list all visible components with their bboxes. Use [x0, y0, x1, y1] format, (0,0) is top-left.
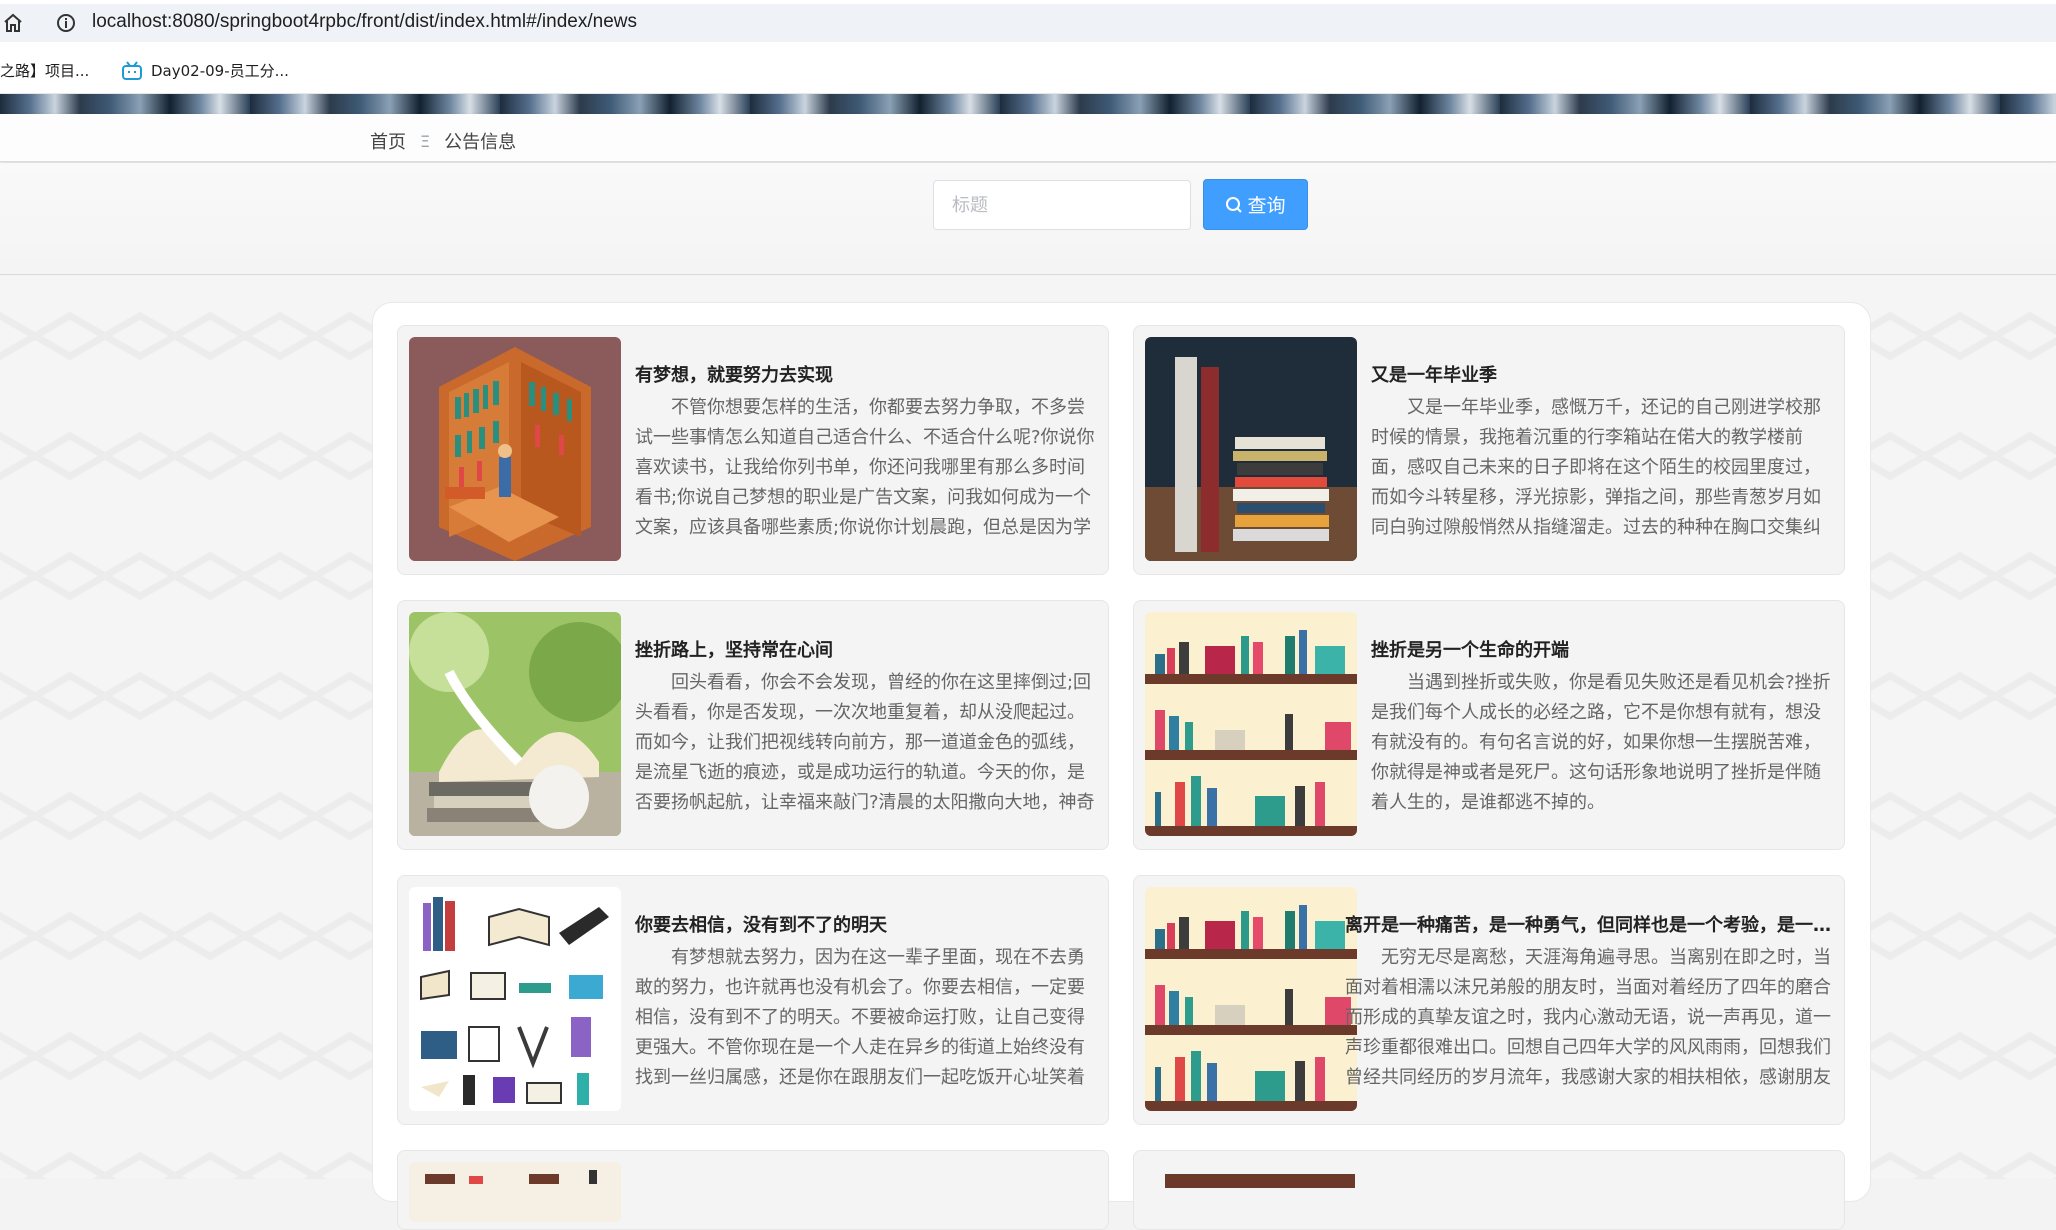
bilibili-icon [122, 60, 142, 80]
news-title[interactable]: 挫折路上，坚持常在心间 [635, 636, 1095, 662]
url-text[interactable]: localhost:8080/springboot4rpbc/front/dis… [92, 11, 637, 33]
news-card[interactable]: 有梦想，就要努力去实现 不管你想要怎样的生活，你都要去努力争取，不多尝试一些事情… [397, 325, 1109, 575]
news-thumbnail[interactable] [1145, 887, 1357, 1111]
news-summary: 又是一年毕业季，感慨万千，还记的自己刚进学校那时候的情景，我拖着沉重的行李箱站在… [1371, 397, 1821, 538]
breadcrumb-home[interactable]: 首页 [370, 128, 406, 154]
news-summary: 不管你想要怎样的生活，你都要去努力争取，不多尝试一些事情怎么知道自己适合什么、不… [635, 397, 1095, 538]
library-room-image [409, 337, 621, 561]
news-summary: 当遇到挫折或失败，你是看见失败还是看见机会?挫折是我们每个人成长的必经之路，它不… [1371, 672, 1831, 813]
news-card[interactable] [397, 1150, 1109, 1230]
bookmarks-bar: 之路】项目... Day02-09-员工分... [0, 46, 2056, 94]
news-title[interactable]: 有梦想，就要努力去实现 [635, 361, 1095, 387]
news-summary: 有梦想就去努力，因为在这一辈子里面，现在不去勇敢的努力，也许就再也没有机会了。你… [635, 947, 1085, 1088]
news-thumbnail[interactable] [1145, 1162, 1357, 1222]
news-thumbnail[interactable] [1145, 612, 1357, 836]
news-card[interactable]: 又是一年毕业季 又是一年毕业季，感慨万千，还记的自己刚进学校那时候的情景，我拖着… [1133, 325, 1845, 575]
bookmark-label: 之路】项目... [0, 62, 90, 80]
news-title[interactable]: 挫折是另一个生命的开端 [1371, 636, 1831, 662]
bookmark-item[interactable]: 之路】项目... [0, 60, 89, 81]
news-thumbnail[interactable] [409, 887, 621, 1111]
search-icon [1226, 196, 1243, 213]
home-icon[interactable] [2, 12, 24, 34]
browser-address-bar: localhost:8080/springboot4rpbc/front/dis… [0, 0, 2056, 46]
title-search-input[interactable] [933, 180, 1191, 230]
search-button[interactable]: 查询 [1203, 179, 1308, 230]
news-card[interactable]: 离开是一种痛苦，是一种勇气，但同样也是一个考验，是一种成长 无穷无尽是离愁，天涯… [1133, 875, 1845, 1125]
bookmark-item[interactable]: Day02-09-员工分... [121, 60, 289, 81]
news-title[interactable]: 又是一年毕业季 [1371, 361, 1831, 387]
news-thumbnail[interactable] [409, 337, 621, 561]
breadcrumb-separator: Ξ [420, 131, 431, 151]
news-title[interactable]: 离开是一种痛苦，是一种勇气，但同样也是一个考验，是一种成长 [1345, 911, 1835, 937]
stacked-books-image [1145, 337, 1357, 561]
bookmark-label: Day02-09-员工分... [151, 62, 289, 80]
breadcrumb-current: 公告信息 [444, 132, 517, 153]
bookshelf-image [1145, 612, 1357, 836]
news-summary: 回头看看，你会不会发现，曾经的你在这里摔倒过;回头看看，你是否发现，一次次地重复… [635, 672, 1095, 813]
news-card[interactable]: 挫折路上，坚持常在心间 回头看看，你会不会发现，曾经的你在这里摔倒过;回头看看，… [397, 600, 1109, 850]
news-card[interactable] [1133, 1150, 1845, 1230]
news-card[interactable]: 挫折是另一个生命的开端 当遇到挫折或失败，你是看见失败还是看见机会?挫折是我们每… [1133, 600, 1845, 850]
search-button-label: 查询 [1247, 195, 1286, 217]
header-banner-image [0, 94, 2056, 114]
news-title[interactable]: 你要去相信，没有到不了的明天 [635, 911, 1095, 937]
news-summary: 无穷无尽是离愁，天涯海角遍寻思。当离别在即之时，当面对着相濡以沫兄弟般的朋友时，… [1345, 947, 1831, 1088]
bookshelf-image [1145, 887, 1357, 1111]
news-thumbnail-image [1165, 1174, 1355, 1188]
news-list-panel: 有梦想，就要努力去实现 不管你想要怎样的生活，你都要去努力争取，不多尝试一些事情… [372, 302, 1871, 1230]
site-info-icon[interactable] [56, 13, 76, 33]
books-icon-set-image [409, 887, 621, 1111]
news-thumbnail[interactable] [409, 1162, 621, 1222]
news-thumbnail-image [425, 1170, 597, 1184]
news-thumbnail[interactable] [1145, 337, 1357, 561]
breadcrumb: 首页 Ξ 公告信息 [370, 128, 516, 154]
news-thumbnail[interactable] [409, 612, 621, 836]
open-book-image [409, 612, 621, 836]
breadcrumb-bar: 首页 Ξ 公告信息 [0, 114, 2056, 162]
news-card[interactable]: 你要去相信，没有到不了的明天 有梦想就去努力，因为在这一辈子里面，现在不去勇敢的… [397, 875, 1109, 1125]
